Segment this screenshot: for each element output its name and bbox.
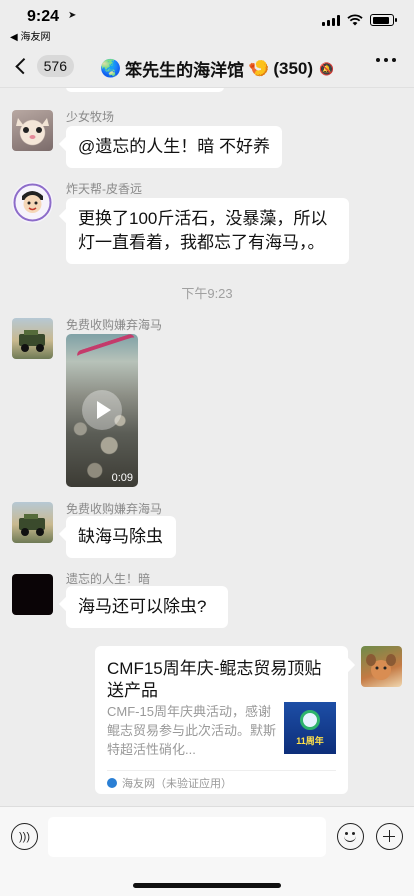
voice-input-icon[interactable]: ))) (11, 823, 38, 850)
back-button[interactable]: 576 (12, 52, 74, 80)
chat-header: 576 🌏 笨先生的海洋馆 🍤 (350) 🔕 (0, 44, 414, 88)
sender-name: 炸天帮-皮香远 (66, 182, 142, 196)
group-name: 笨先生的海洋馆 (125, 61, 245, 80)
back-to-app-link[interactable]: ◀ 海友网 (10, 28, 50, 43)
message-line: 灯一直看着，我都忘了有海马，。 (78, 233, 325, 252)
anniversary-logo-icon (300, 710, 320, 730)
emoji-icon[interactable] (337, 823, 364, 850)
previous-message-bubble (66, 88, 224, 92)
app-source-icon (107, 778, 117, 788)
jeep-avatar-image (19, 514, 45, 536)
message-bubble[interactable]: 更换了100斤活石，没暴藻，所以 灯一直看着，我都忘了有海马，。 (66, 198, 349, 264)
status-time: 9:24 (27, 8, 60, 25)
sender-name: 免费收购嫌弃海马 (66, 318, 163, 332)
globe-icon: 🌏 (100, 58, 122, 78)
message-bubble[interactable]: @遗忘的人生！暗 不好养 (66, 126, 282, 168)
plus-icon[interactable] (376, 823, 403, 850)
avatar[interactable] (12, 574, 53, 615)
cartoon-avatar-image (13, 183, 52, 222)
message-input[interactable] (48, 817, 326, 857)
fish-emoji-icon: 🍤 (248, 58, 270, 78)
sender-name: 遗忘的人生！暗 (66, 572, 151, 586)
message-bubble[interactable]: 海马还可以除虫? (66, 586, 228, 628)
card-source-label: 海友网（未验证应用） (122, 778, 232, 790)
link-card[interactable]: CMF15周年庆-鲲志贸易顶贴送产品 CMF-15周年庆典活动，感谢鲲志贸易参与… (95, 646, 348, 794)
location-arrow-icon: ➤ (68, 10, 77, 21)
video-duration: 0:09 (111, 472, 133, 484)
home-indicator[interactable] (133, 883, 281, 888)
cellular-signal-icon (322, 14, 340, 26)
battery-icon (370, 14, 397, 26)
avatar[interactable] (12, 318, 53, 359)
member-count: (350) (273, 58, 314, 78)
timestamp: 下午9:23 (181, 286, 233, 301)
back-chevron-icon (15, 57, 32, 75)
more-icon[interactable] (376, 58, 396, 62)
card-thumbnail: 11周年 (284, 702, 336, 754)
card-source: 海友网（未验证应用） (107, 770, 336, 791)
message-line: 更换了100斤活石，没暴藻，所以 (78, 209, 328, 228)
wifi-icon (347, 14, 363, 26)
play-icon[interactable] (82, 390, 122, 430)
card-description: CMF-15周年庆典活动，感谢鲲志贸易参与此次活动。默斯特超活性硝化... (107, 704, 277, 757)
video-message[interactable]: 0:09 (66, 334, 138, 487)
avatar[interactable] (12, 182, 53, 223)
cat-avatar-image (16, 118, 49, 139)
avatar[interactable] (361, 646, 402, 687)
chat-messages[interactable]: 少女牧场 @遗忘的人生！暗 不好养 炸天帮-皮香远 更换了100斤活石，没暴藻，… (0, 88, 414, 806)
self-avatar-image (366, 654, 396, 680)
jeep-avatar-image (19, 330, 45, 352)
input-bar: ))) (0, 806, 414, 896)
sender-name: 免费收购嫌弃海马 (66, 502, 163, 516)
battery-level (372, 16, 389, 24)
card-title: CMF15周年庆-鲲志贸易顶贴送产品 (107, 659, 322, 700)
mute-icon: 🔕 (319, 61, 334, 76)
sender-name: 少女牧场 (66, 110, 115, 124)
status-indicators (322, 14, 397, 26)
group-title[interactable]: 🌏 笨先生的海洋馆 🍤 (350) 🔕 (100, 56, 334, 81)
avatar[interactable] (12, 110, 53, 151)
avatar[interactable] (12, 502, 53, 543)
video-frame-detail (75, 334, 137, 362)
card-thumbnail-text: 11周年 (296, 736, 324, 746)
status-bar: 9:24 ➤ ◀ 海友网 (0, 0, 414, 44)
message-bubble[interactable]: 缺海马除虫 (66, 516, 176, 558)
unread-count-badge: 576 (36, 55, 74, 77)
